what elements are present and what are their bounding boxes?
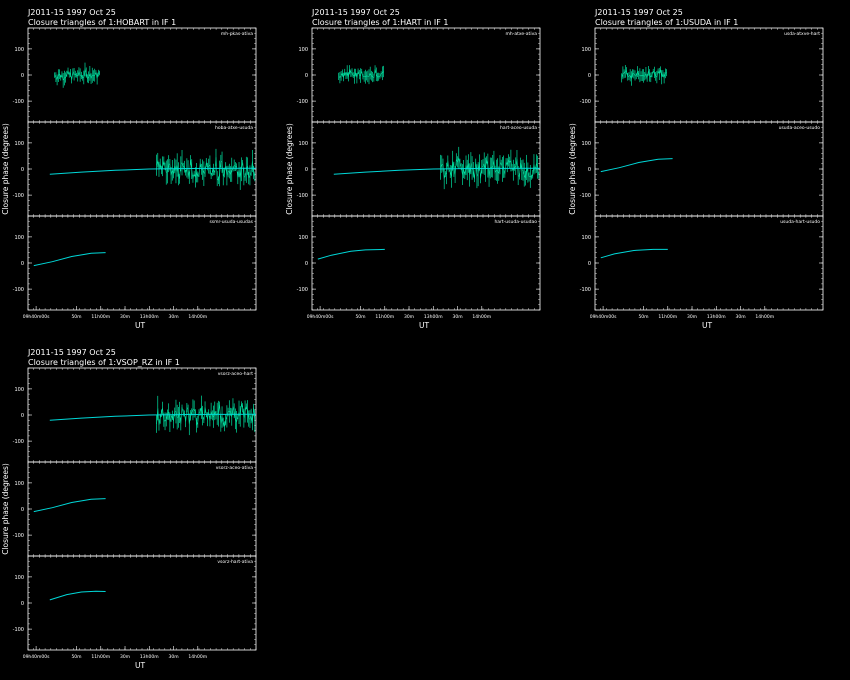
y-tick-label: -100: [13, 99, 24, 105]
x-tick-label: 30m: [404, 314, 414, 320]
triangle-label: ssmr-usuda-usudas: [209, 219, 253, 225]
y-tick-label: 0: [588, 167, 591, 173]
panel-title: J2011-15 1997 Oct 25: [27, 8, 116, 17]
y-tick-label: -100: [580, 99, 591, 105]
x-tick-label: 11h00m: [91, 654, 110, 660]
x-tick-label: 09h40m00s: [23, 314, 50, 320]
y-tick-label: -100: [297, 99, 308, 105]
y-tick-label: 0: [21, 601, 24, 607]
x-tick-label: 14h00m: [188, 314, 207, 320]
panel-subtitle: Closure triangles of 1:HART in IF 1: [312, 18, 448, 27]
x-tick-label: 30m: [687, 314, 697, 320]
y-axis-label: Closure phase (degrees): [568, 123, 577, 215]
panel-subtitle: Closure triangles of 1:HOBART in IF 1: [28, 18, 176, 27]
x-tick-label: 13h00m: [424, 314, 443, 320]
triangle-label: vsorz-aceo-ativa: [216, 465, 253, 471]
triangle-label: usuda-hart-usudo: [780, 219, 820, 225]
triangle-label: usda-atxve-hart: [784, 31, 820, 37]
y-tick-label: 100: [14, 47, 24, 53]
x-tick-label: 09h40m00s: [307, 314, 334, 320]
triangle-label: mh-pkas-ativa: [221, 31, 253, 37]
x-tick-label: 30m: [452, 314, 462, 320]
y-tick-label: 0: [305, 167, 308, 173]
closure-phase-figure: J2011-15 1997 Oct 25 Closure triangles o…: [0, 0, 850, 680]
y-tick-label: 0: [21, 167, 24, 173]
x-axis-label: UT: [135, 661, 145, 670]
y-tick-label: 100: [581, 47, 591, 53]
y-tick-label: 100: [14, 575, 24, 581]
triangle-label: hoba-atxe-usuda: [215, 125, 253, 131]
x-tick-label: 13h00m: [707, 314, 726, 320]
panel-subtitle: Closure triangles of 1:VSOP_RZ in IF 1: [28, 358, 180, 367]
y-tick-label: -100: [13, 627, 24, 633]
y-axis-label: Closure phase (degrees): [1, 463, 10, 555]
x-tick-label: 14h00m: [188, 654, 207, 660]
y-tick-label: 100: [14, 141, 24, 147]
x-tick-label: 09h40m00s: [590, 314, 617, 320]
triangle-label: vsorz-hart-ativa: [217, 559, 253, 565]
x-tick-label: 09h40m00s: [23, 654, 50, 660]
x-axis-label: UT: [702, 321, 712, 330]
x-tick-label: 50m: [638, 314, 648, 320]
y-tick-label: 100: [298, 141, 308, 147]
x-tick-label: 14h00m: [755, 314, 774, 320]
y-tick-label: 100: [298, 47, 308, 53]
y-tick-label: 0: [21, 261, 24, 267]
y-tick-label: -100: [13, 439, 24, 445]
panel-title: J2011-15 1997 Oct 25: [594, 8, 683, 17]
y-tick-label: -100: [13, 287, 24, 293]
y-axis-label: Closure phase (degrees): [1, 123, 10, 215]
x-axis-label: UT: [419, 321, 429, 330]
x-tick-label: 11h00m: [91, 314, 110, 320]
y-tick-label: -100: [13, 193, 24, 199]
panel-subtitle: Closure triangles of 1:USUDA in IF 1: [595, 18, 738, 27]
y-tick-label: 100: [298, 235, 308, 241]
panel-title: J2011-15 1997 Oct 25: [311, 8, 400, 17]
y-tick-label: 100: [14, 481, 24, 487]
y-tick-label: -100: [297, 287, 308, 293]
x-tick-label: 14h00m: [472, 314, 491, 320]
y-tick-label: -100: [13, 533, 24, 539]
y-tick-label: -100: [297, 193, 308, 199]
x-tick-label: 11h00m: [375, 314, 394, 320]
y-tick-label: 0: [21, 73, 24, 79]
triangle-label: mh-atxe-ativa: [506, 31, 538, 37]
y-axis-label: Closure phase (degrees): [285, 123, 294, 215]
triangle-label: usuda-aceo-usudo: [779, 125, 821, 131]
y-tick-label: 100: [14, 235, 24, 241]
x-axis-label: UT: [135, 321, 145, 330]
triangle-label: vsorz-aceo-hart: [218, 371, 254, 377]
x-tick-label: 13h00m: [140, 654, 159, 660]
x-tick-label: 11h00m: [658, 314, 677, 320]
y-tick-label: -100: [580, 193, 591, 199]
y-tick-label: 0: [21, 507, 24, 513]
y-tick-label: -100: [580, 287, 591, 293]
y-tick-label: 0: [305, 261, 308, 267]
y-tick-label: 100: [581, 141, 591, 147]
x-tick-label: 30m: [120, 654, 130, 660]
x-tick-label: 50m: [71, 314, 81, 320]
y-tick-label: 100: [14, 387, 24, 393]
x-tick-label: 30m: [168, 654, 178, 660]
y-tick-label: 0: [305, 73, 308, 79]
triangle-label: hart-aceo-usuda: [500, 125, 537, 131]
y-tick-label: 0: [588, 73, 591, 79]
triangle-label: hart-usuda-usudao: [494, 219, 537, 225]
x-tick-label: 50m: [71, 654, 81, 660]
figure-background: [0, 0, 850, 680]
x-tick-label: 13h00m: [140, 314, 159, 320]
x-tick-label: 50m: [355, 314, 365, 320]
x-tick-label: 30m: [120, 314, 130, 320]
panel-title: J2011-15 1997 Oct 25: [27, 348, 116, 357]
y-tick-label: 0: [21, 413, 24, 419]
x-tick-label: 30m: [735, 314, 745, 320]
y-tick-label: 0: [588, 261, 591, 267]
y-tick-label: 100: [581, 235, 591, 241]
x-tick-label: 30m: [168, 314, 178, 320]
